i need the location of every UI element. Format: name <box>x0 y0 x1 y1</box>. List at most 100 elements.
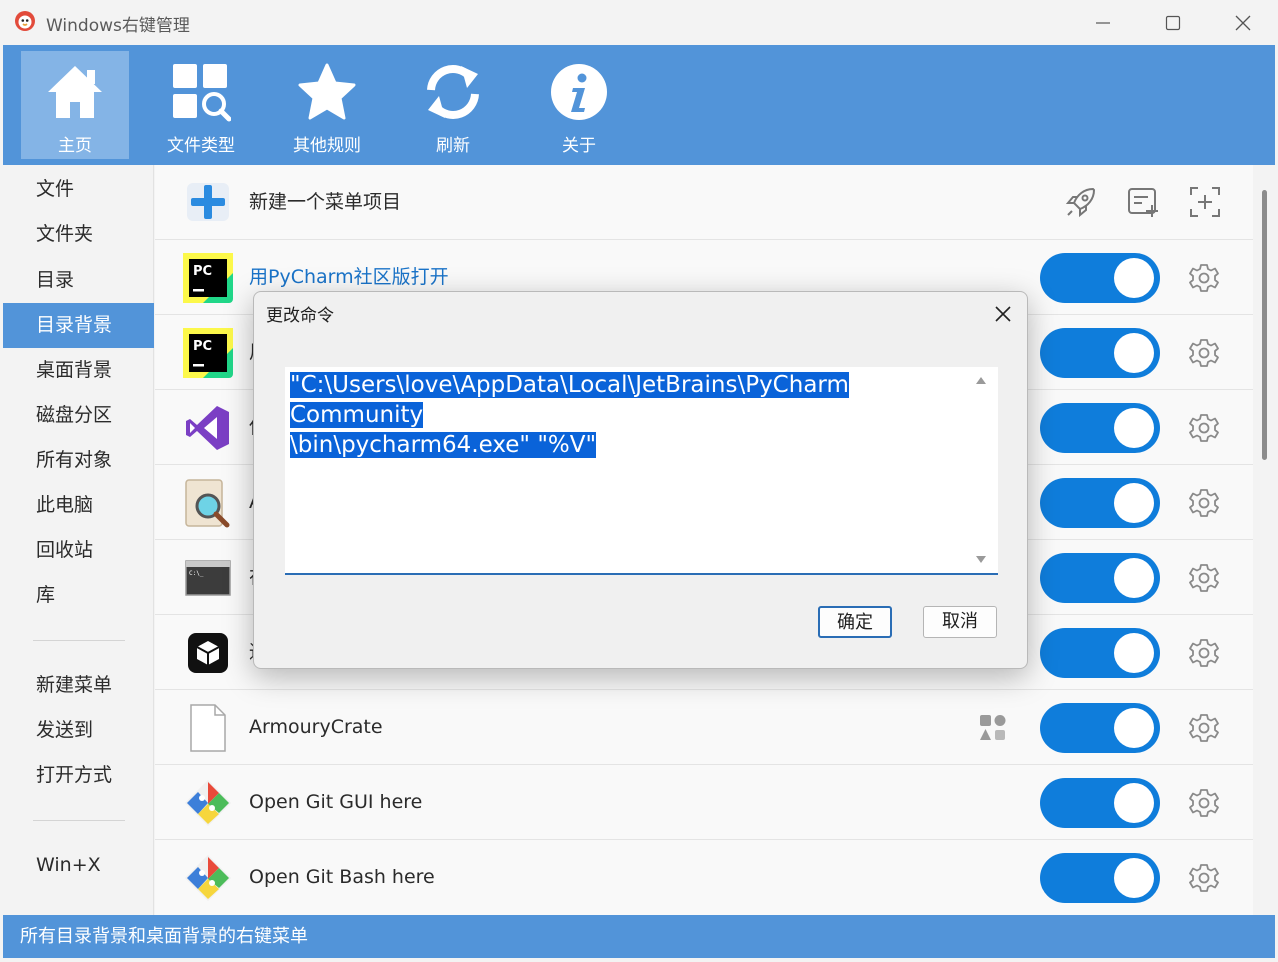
sidebar-item-this-pc[interactable]: 此电脑 <box>3 483 154 528</box>
toolbar-label: 刷新 <box>436 136 470 156</box>
gear-icon[interactable] <box>1188 412 1220 444</box>
sidebar-item-desktop-background[interactable]: 桌面背景 <box>3 348 154 393</box>
sidebar-item-directory-background[interactable]: 目录背景 <box>3 303 154 348</box>
blank-file-icon <box>190 704 226 752</box>
toolbar-other-rules-button[interactable]: 其他规则 <box>273 51 381 159</box>
toggle-knob <box>1114 333 1154 373</box>
title-bar: Windows右键管理 <box>0 0 1278 45</box>
minimize-button[interactable] <box>1068 0 1138 45</box>
list-item[interactable]: Open Git Bash here <box>155 840 1253 915</box>
sidebar-item-recycle-bin[interactable]: 回收站 <box>3 528 154 573</box>
new-item-row[interactable]: 新建一个菜单项目 <box>155 165 1253 240</box>
add-frame-icon[interactable] <box>1188 185 1222 219</box>
window-title: Windows右键管理 <box>46 16 190 36</box>
item-label: Open Git Bash here <box>249 866 435 888</box>
sidebar-item-directory[interactable]: 目录 <box>3 258 154 303</box>
info-icon <box>551 64 607 120</box>
enable-toggle[interactable] <box>1040 853 1160 903</box>
dialog-title: 更改命令 <box>266 306 334 326</box>
svg-text:PC: PC <box>193 339 212 354</box>
svg-text:C:\_: C:\_ <box>189 570 204 577</box>
enable-toggle[interactable] <box>1040 778 1160 828</box>
pycharm-icon: PC <box>183 253 233 303</box>
command-textbox[interactable]: "C:\Users\love\AppData\Local\JetBrains\P… <box>285 367 998 575</box>
toolbar-label: 文件类型 <box>167 136 235 156</box>
git-icon <box>185 780 231 826</box>
toolbar-about-button[interactable]: 关于 <box>525 51 633 159</box>
add-note-icon[interactable] <box>1126 185 1160 219</box>
sidebar-item-folder[interactable]: 文件夹 <box>3 212 154 257</box>
maximize-icon <box>1165 15 1181 30</box>
enable-toggle[interactable] <box>1040 703 1160 753</box>
list-item[interactable]: ArmouryCrate <box>155 690 1253 765</box>
sidebar-divider <box>33 820 125 821</box>
toolbar-label: 关于 <box>562 136 596 156</box>
visual-studio-icon <box>186 406 229 450</box>
gear-icon[interactable] <box>1188 712 1220 744</box>
toolbar-file-types-button[interactable]: 文件类型 <box>147 51 255 159</box>
sidebar-item-drive[interactable]: 磁盘分区 <box>3 393 154 438</box>
sidebar-item-send-to[interactable]: 发送到 <box>3 708 154 753</box>
gear-icon[interactable] <box>1188 637 1220 669</box>
toggle-knob <box>1114 783 1154 823</box>
sidebar-item-win-x[interactable]: Win+X <box>3 843 154 888</box>
enable-toggle[interactable] <box>1040 328 1160 378</box>
gear-icon[interactable] <box>1188 262 1220 294</box>
maximize-button[interactable] <box>1138 0 1208 45</box>
main-toolbar: 主页 文件类型 其他规则 刷新 关于 <box>3 45 1275 165</box>
sidebar-item-open-with[interactable]: 打开方式 <box>3 753 154 798</box>
scroll-up-icon[interactable] <box>975 375 987 385</box>
gear-icon[interactable] <box>1188 487 1220 519</box>
add-plus-icon <box>187 183 229 221</box>
dialog-close-button[interactable] <box>989 300 1017 328</box>
status-bar: 所有目录背景和桌面背景的右键菜单 <box>3 915 1275 958</box>
toggle-knob <box>1114 408 1154 448</box>
scroll-down-icon[interactable] <box>975 555 987 565</box>
toggle-knob <box>1114 258 1154 298</box>
enable-toggle[interactable] <box>1040 628 1160 678</box>
rocket-icon[interactable] <box>1064 185 1098 219</box>
enable-toggle[interactable] <box>1040 403 1160 453</box>
enable-toggle[interactable] <box>1040 478 1160 528</box>
close-icon <box>995 306 1011 322</box>
sidebar-item-file[interactable]: 文件 <box>3 167 154 212</box>
toolbar-refresh-button[interactable]: 刷新 <box>399 51 507 159</box>
gear-icon[interactable] <box>1188 787 1220 819</box>
cube-app-icon <box>188 633 228 673</box>
sidebar-item-all-objects[interactable]: 所有对象 <box>3 438 154 483</box>
git-icon <box>185 855 231 901</box>
pycharm-icon: PC <box>183 328 233 378</box>
sidebar: 文件 文件夹 目录 目录背景 桌面背景 磁盘分区 所有对象 此电脑 回收站 库 … <box>3 165 154 915</box>
file-types-icon <box>173 64 231 122</box>
minimize-icon <box>1096 21 1110 24</box>
svg-text:PC: PC <box>193 264 212 279</box>
command-text: "C:\Users\love\AppData\Local\JetBrains\P… <box>290 370 950 460</box>
gear-icon[interactable] <box>1188 862 1220 894</box>
gear-icon[interactable] <box>1188 337 1220 369</box>
item-label: Open Git GUI here <box>249 791 423 813</box>
edit-command-dialog: 更改命令 "C:\Users\love\AppData\Local\JetBra… <box>253 291 1028 669</box>
enable-toggle[interactable] <box>1040 553 1160 603</box>
sidebar-item-new-menu[interactable]: 新建菜单 <box>3 663 154 708</box>
sidebar-item-library[interactable]: 库 <box>3 573 154 618</box>
toggle-knob <box>1114 858 1154 898</box>
list-item[interactable]: Open Git GUI here <box>155 765 1253 840</box>
toolbar-home-button[interactable]: 主页 <box>21 51 129 159</box>
search-doc-icon <box>185 479 230 528</box>
refresh-icon <box>427 65 479 119</box>
item-label: ArmouryCrate <box>249 716 383 738</box>
toggle-knob <box>1114 633 1154 673</box>
terminal-icon: C:\_ <box>185 560 231 596</box>
star-icon <box>298 63 356 120</box>
ok-button[interactable]: 确定 <box>818 606 892 638</box>
gear-icon[interactable] <box>1188 562 1220 594</box>
home-icon <box>48 66 102 118</box>
app-logo-icon <box>15 11 35 31</box>
shapes-icon <box>980 715 1006 740</box>
toggle-knob <box>1114 708 1154 748</box>
cancel-button[interactable]: 取消 <box>923 606 997 638</box>
close-button[interactable] <box>1208 0 1278 45</box>
sidebar-divider <box>33 640 125 641</box>
list-scrollbar[interactable] <box>1262 190 1267 460</box>
enable-toggle[interactable] <box>1040 253 1160 303</box>
